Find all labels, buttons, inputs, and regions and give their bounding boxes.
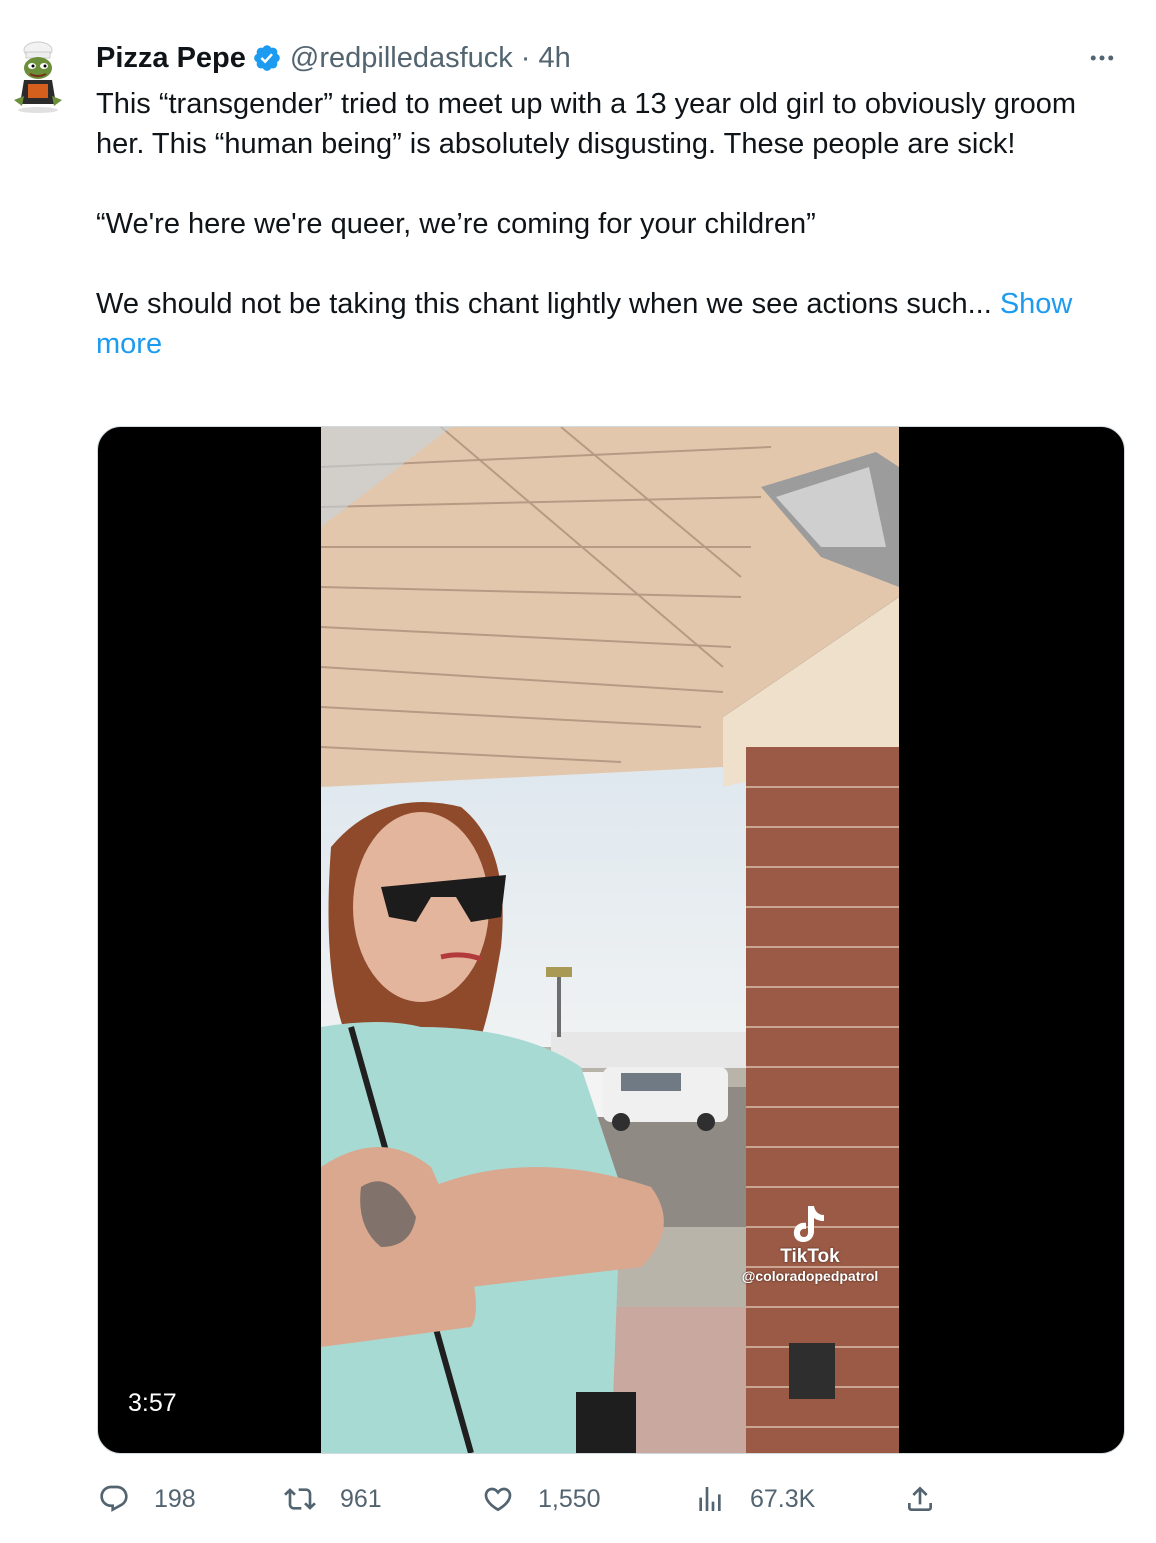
display-name[interactable]: Pizza Pepe (96, 42, 246, 75)
video-duration-badge: 3:57 (116, 1383, 189, 1423)
tweet-actions: 198 961 1,550 67.3K (96, 1476, 1126, 1522)
retweet-button[interactable]: 961 (282, 1476, 382, 1522)
video-frame (321, 427, 899, 1453)
share-button[interactable] (902, 1476, 938, 1522)
tiktok-user-label: @coloradopedpatrol (741, 1268, 879, 1284)
avatar[interactable] (4, 38, 72, 118)
like-count: 1,550 (538, 1484, 601, 1513)
retweet-icon (282, 1481, 318, 1517)
tweet-header: Pizza Pepe @redpilledasfuck · 4h (96, 40, 571, 76)
timestamp[interactable]: 4h (538, 42, 570, 75)
views-chart-icon (692, 1481, 728, 1517)
tweet-paragraph: We should not be taking this chant light… (96, 288, 992, 320)
views-count: 67.3K (750, 1484, 816, 1513)
heart-icon (480, 1481, 516, 1517)
separator-dot: · (520, 41, 531, 74)
tiktok-watermark: TikTok @coloradopedpatrol (730, 1204, 890, 1284)
video-player[interactable]: TikTok @coloradopedpatrol 3:57 (97, 426, 1125, 1454)
reply-icon (96, 1481, 132, 1517)
like-button[interactable]: 1,550 (480, 1476, 601, 1522)
tweet-text: This “transgender” tried to meet up with… (96, 84, 1126, 364)
more-options-icon (1090, 55, 1114, 61)
avatar-image (4, 38, 72, 118)
reply-count: 198 (154, 1484, 196, 1513)
retweet-count: 961 (340, 1484, 382, 1513)
tiktok-brand-label: TikTok (780, 1246, 840, 1267)
tweet-paragraph-truncated: We should not be taking this chant light… (96, 284, 1126, 364)
verified-badge-icon[interactable] (252, 43, 282, 73)
more-options-button[interactable] (1084, 40, 1120, 76)
tweet[interactable]: Pizza Pepe @redpilledasfuck · 4h This “t… (0, 0, 1156, 1543)
tiktok-logo-icon (793, 1206, 824, 1242)
tweet-paragraph: “We're here we're queer, we’re coming fo… (96, 208, 816, 240)
share-icon (902, 1481, 938, 1517)
reply-button[interactable]: 198 (96, 1476, 196, 1522)
user-handle[interactable]: @redpilledasfuck (290, 42, 513, 75)
tweet-paragraph: This “transgender” tried to meet up with… (96, 88, 1077, 160)
views-button[interactable]: 67.3K (692, 1476, 815, 1522)
